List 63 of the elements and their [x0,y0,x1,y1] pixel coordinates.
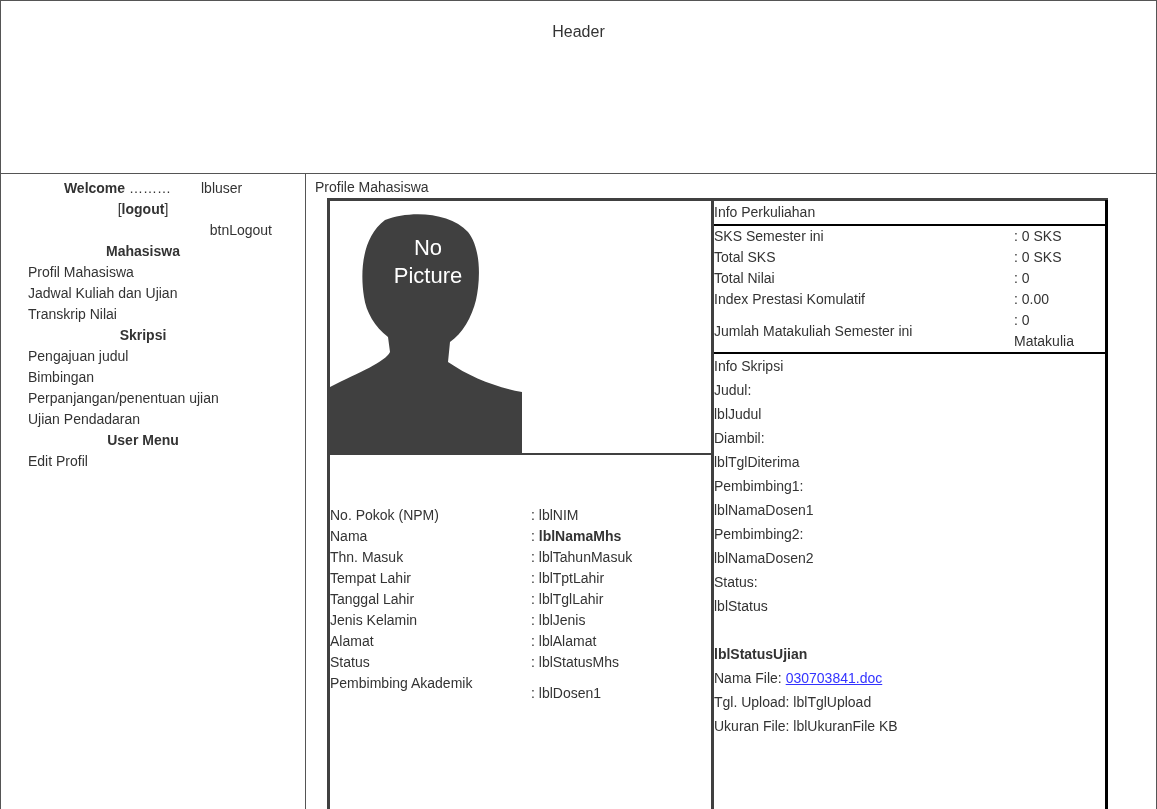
file-size-text: Ukuran File: lblUkuranFile KB [714,717,899,736]
skripsi-line: lblNamaDosen2 [714,549,815,568]
info-label: Index Prestasi Komulatif [714,290,866,309]
field-value: : lblTptLahir [531,569,605,588]
menu-section-title: Skripsi [118,326,168,345]
no-picture-text: No Picture [392,234,464,290]
skripsi-line: Pembimbing2: [714,525,805,544]
field-label: No. Pokok (NPM) [330,506,440,525]
info-label: Jumlah Matakuliah Semester ini [714,321,914,341]
field-label: Nama [330,527,369,546]
skripsi-line: Diambil: [714,429,766,448]
field-label: Thn. Masuk [330,548,405,567]
field-value: : lblJenis [531,611,586,630]
info-value: : 0 SKS [1014,248,1063,267]
skripsi-line: lblStatus [714,597,769,616]
upload-date-text: Tgl. Upload: lblTglUpload [714,693,873,712]
field-value: : lblDosen1 [531,684,602,703]
status-ujian-label: lblStatusUjian [714,645,809,664]
menu-section-title: User Menu [106,431,180,450]
menu-item[interactable]: Bimbingan [1,367,305,388]
field-label: Status [330,653,371,672]
info-label: Total SKS [714,248,777,267]
skripsi-line: Status: [714,573,759,592]
menu-item[interactable]: Perpanjangan/penentuan ujian [1,388,305,409]
skripsi-line: lblNamaDosen1 [714,501,815,520]
profile-title: Profile Mahasiswa [315,178,430,197]
menu-item[interactable]: Jadwal Kuliah dan Ujian [1,283,305,304]
skripsi-line: Pembimbing1: [714,477,805,496]
field-value: : lblNamaMhs [531,527,622,546]
field-value: : lblAlamat [531,632,597,651]
skripsi-line: lblJudul [714,405,763,424]
menu-item[interactable]: Ujian Pendadaran [1,409,305,430]
field-label: Pembimbing Akademik [330,674,474,693]
info-label: Total Nilai [714,269,776,288]
info-skripsi-title: Info Skripsi [714,357,785,376]
field-label: Jenis Kelamin [330,611,419,630]
menu-section-title: Mahasiswa [105,242,181,261]
menu-item[interactable]: Profil Mahasiswa [1,262,305,283]
info-value: : 0 Matakulia [1014,311,1075,351]
header-title: Header [552,22,605,42]
info-value: : 0.00 [1014,290,1051,309]
welcome-text: Welcome ……… [62,179,171,198]
menu-item[interactable]: Transkrip Nilai [1,304,305,325]
field-value: : lblTahunMasuk [531,548,633,567]
logout-link[interactable]: [logout] [117,199,169,220]
field-value: : lblNIM [531,506,579,525]
menu-item[interactable]: Pengajuan judul [1,346,305,367]
info-value: : 0 SKS [1014,227,1063,246]
skripsi-line: Judul: [714,381,753,400]
field-label: Alamat [330,632,375,651]
file-link[interactable]: 030703841.doc [785,666,883,690]
info-perkuliahan-title: Info Perkuliahan [714,202,816,222]
skripsi-line: lblTglDiterima [714,453,801,472]
field-value: : lblStatusMhs [531,653,619,672]
field-label: Tanggal Lahir [330,590,416,609]
logout-button[interactable]: btnLogout [209,220,272,241]
field-label: Tempat Lahir [330,569,412,588]
info-value: : 0 [1014,269,1031,288]
field-value: : lblTglLahir [531,590,604,609]
user-label: lbluser [201,179,243,198]
menu-item[interactable]: Edit Profil [1,451,305,472]
file-name-label: Nama File: [714,669,782,688]
info-label: SKS Semester ini [714,227,825,246]
